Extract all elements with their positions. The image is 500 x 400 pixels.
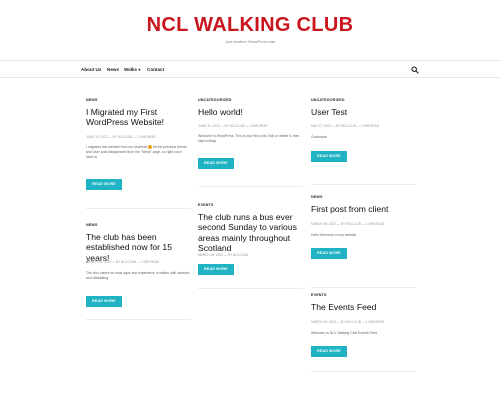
post-title[interactable]: User Test: [311, 107, 415, 117]
post-card: NEWS I Migrated my First WordPress Websi…: [86, 98, 191, 218]
post-category[interactable]: NEWS: [86, 223, 98, 227]
post-divider: [311, 184, 416, 185]
post-category[interactable]: UNCATEGORIZED: [198, 98, 232, 102]
post-meta: MAY 27, 2022 — BY NCLCLUB — 1 MIN READ: [311, 124, 380, 128]
site-tagline: Just another WordPress site: [224, 39, 276, 44]
read-more-button[interactable]: READ MORE: [86, 296, 122, 307]
post-divider: [86, 208, 191, 209]
post-card: UNCATEGORIZED User Test MAY 27, 2022 — B…: [311, 98, 416, 188]
post-meta: MARCH 26, 2022 — BY NCLCLUB — 1 MIN READ: [311, 222, 385, 226]
post-title[interactable]: First post from client: [311, 204, 415, 214]
post-divider: [198, 186, 303, 187]
post-meta: JUNE 30, 2022 — BY NCLCLUB — 1 MIN READ: [198, 124, 268, 128]
post-excerpt: Customize: [311, 135, 328, 139]
read-more-button[interactable]: READ MORE: [311, 151, 347, 162]
post-title[interactable]: Hello world!: [198, 107, 302, 117]
post-excerpt: Hello Welcome on my website: [311, 233, 357, 237]
nav-item-walks-label: Walks: [124, 67, 138, 72]
read-more-button[interactable]: READ MORE: [198, 264, 234, 275]
post-excerpt: Welcome to NCL Walking Club Events Feed: [311, 331, 378, 335]
post-divider: [311, 371, 416, 372]
post-category[interactable]: EVENTS: [198, 203, 214, 207]
nav-item-about-us[interactable]: About Us: [81, 67, 101, 72]
post-category[interactable]: UNCATEGORIZED: [311, 98, 345, 102]
post-category[interactable]: NEWS: [86, 98, 98, 102]
read-more-button[interactable]: READ MORE: [86, 179, 122, 190]
post-divider: [86, 319, 191, 320]
post-title[interactable]: The club has been established now for 15…: [86, 232, 190, 263]
nav-item-contact[interactable]: Contact: [147, 67, 164, 72]
site-title[interactable]: NCL WALKING CLUB: [0, 14, 500, 37]
post-excerpt: The club caters for most ages and experi…: [86, 271, 190, 281]
post-meta: JUNE 30, 2022 — BY NCLCLUB — 1 MIN READ: [86, 135, 156, 139]
read-more-button[interactable]: READ MORE: [311, 248, 347, 259]
post-card: UNCATEGORIZED Hello world! JUNE 30, 2022…: [198, 98, 303, 198]
post-excerpt-text: I migrated this website from my localhos…: [86, 145, 149, 149]
read-more-button[interactable]: READ MORE: [198, 158, 234, 169]
post-title[interactable]: I Migrated my First WordPress Website!: [86, 107, 190, 128]
post-card: EVENTS The club runs a bus ever second S…: [198, 203, 303, 293]
post-excerpt: Welcome to WordPress. This is your first…: [198, 134, 300, 144]
post-divider: [198, 288, 303, 289]
post-excerpt: I migrated this website from my localhos…: [86, 145, 190, 161]
post-meta: MARCH 26, 2022 — BY NCLCLUB: [198, 253, 248, 257]
post-title[interactable]: The Events Feed: [311, 302, 415, 312]
chevron-down-icon: ▾: [138, 67, 141, 72]
read-more-button[interactable]: READ MORE: [311, 346, 347, 357]
post-title[interactable]: The club runs a bus ever second Sunday t…: [198, 212, 302, 254]
main-navigation: About Us News Walks ▾ Contact: [0, 60, 500, 78]
nav-item-walks[interactable]: Walks ▾: [124, 67, 140, 72]
post-category[interactable]: EVENTS: [311, 293, 327, 297]
post-meta: MARCH 26, 2022 — BY NCLCLUB — 1 MIN READ: [86, 260, 160, 264]
post-category[interactable]: NEWS: [311, 195, 323, 199]
post-divider: [311, 287, 416, 288]
post-card: EVENTS The Events Feed MARCH 26, 2022 — …: [311, 293, 416, 378]
post-card: NEWS First post from client MARCH 26, 20…: [311, 195, 416, 288]
search-icon[interactable]: [411, 66, 419, 74]
post-card: NEWS The club has been established now f…: [86, 223, 191, 323]
nav-item-news[interactable]: News: [107, 67, 119, 72]
post-meta: MARCH 26, 2022 — BY NCLCLUB — 1 MIN READ: [311, 320, 385, 324]
site-header: NCL WALKING CLUB Just another WordPress …: [0, 0, 500, 62]
